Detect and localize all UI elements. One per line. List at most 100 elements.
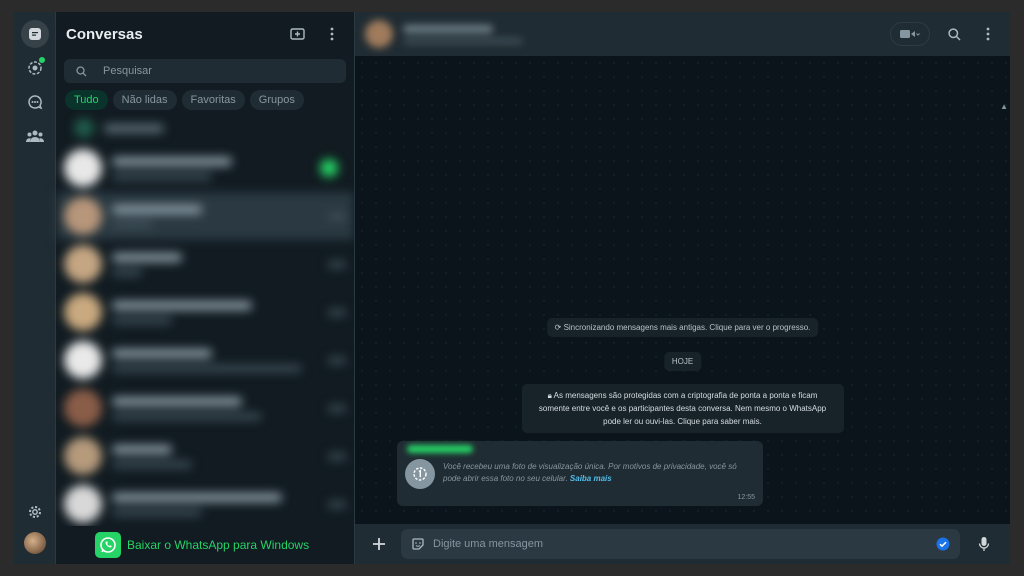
list-item[interactable] bbox=[56, 112, 354, 144]
list-item[interactable] bbox=[56, 480, 354, 526]
whatsapp-window: Conversas Tudo Não lidas Favoritas Grupo… bbox=[14, 12, 1010, 564]
chat-body bbox=[112, 204, 320, 228]
search-messages-button[interactable] bbox=[942, 22, 966, 46]
voice-message-button[interactable] bbox=[970, 536, 998, 552]
chat-time bbox=[328, 404, 346, 412]
chat-body bbox=[112, 156, 320, 180]
list-item[interactable] bbox=[56, 432, 354, 480]
date-divider: HOJE bbox=[663, 352, 702, 371]
chat-avatar bbox=[64, 245, 102, 283]
list-item[interactable] bbox=[56, 192, 354, 240]
contact-name-blurred[interactable] bbox=[403, 24, 890, 44]
view-once-message: Você recebeu uma foto de visualização ún… bbox=[405, 459, 755, 489]
learn-more-link[interactable]: Saiba mais bbox=[570, 474, 612, 483]
search-bar bbox=[64, 59, 346, 83]
list-item[interactable] bbox=[56, 240, 354, 288]
search-icon bbox=[76, 65, 87, 76]
chats-icon bbox=[28, 28, 41, 40]
video-camera-icon bbox=[900, 30, 920, 38]
message-area[interactable]: ▲ ⟳ Sincronizando mensagens mais antigas… bbox=[355, 56, 1010, 524]
status-nav-button[interactable] bbox=[21, 54, 49, 82]
sync-notice[interactable]: ⟳ Sincronizando mensagens mais antigas. … bbox=[546, 318, 819, 337]
channels-nav-button[interactable] bbox=[21, 88, 49, 116]
chat-body bbox=[104, 123, 346, 133]
filter-chip-all[interactable]: Tudo bbox=[65, 90, 108, 110]
list-item[interactable] bbox=[56, 384, 354, 432]
check-badge-icon[interactable] bbox=[936, 537, 950, 551]
chat-body bbox=[112, 396, 320, 420]
kebab-menu-icon bbox=[330, 27, 334, 41]
contact-avatar[interactable] bbox=[365, 20, 393, 48]
chat-time bbox=[328, 500, 346, 508]
download-banner-label: Baixar o WhatsApp para Windows bbox=[127, 538, 310, 552]
settings-nav-button[interactable] bbox=[21, 498, 49, 526]
status-unread-dot bbox=[38, 57, 45, 63]
encryption-notice[interactable]: 🔒︎ As mensagens são protegidas com a cri… bbox=[521, 384, 844, 433]
filter-chip-favorites[interactable]: Favoritas bbox=[181, 90, 245, 110]
communities-icon bbox=[25, 130, 44, 142]
search-input[interactable] bbox=[103, 65, 303, 77]
sync-notice-text: Sincronizando mensagens mais antigas. Cl… bbox=[563, 323, 811, 332]
lock-icon: 🔒︎ bbox=[547, 391, 552, 400]
chat-avatar bbox=[64, 197, 102, 235]
new-chat-button[interactable] bbox=[286, 22, 310, 46]
chats-nav-button[interactable] bbox=[20, 20, 49, 48]
gear-icon bbox=[28, 506, 41, 518]
filter-chip-groups[interactable]: Grupos bbox=[249, 90, 304, 110]
video-call-button[interactable] bbox=[890, 22, 930, 46]
list-item[interactable] bbox=[56, 336, 354, 384]
message-bubble[interactable]: Você recebeu uma foto de visualização ún… bbox=[397, 441, 763, 506]
message-time: 12:55 bbox=[737, 494, 755, 501]
chat-time bbox=[328, 356, 346, 364]
chat-list-panel: Conversas Tudo Não lidas Favoritas Grupo… bbox=[56, 12, 355, 564]
scroll-up-icon[interactable]: ▲ bbox=[1000, 102, 1008, 111]
microphone-icon bbox=[978, 537, 990, 551]
conversation-panel: ▲ ⟳ Sincronizando mensagens mais antigas… bbox=[355, 12, 1010, 564]
conversation-menu-button[interactable] bbox=[976, 22, 1000, 46]
chat-body bbox=[112, 252, 320, 276]
message-input[interactable] bbox=[433, 538, 936, 550]
chat-avatar bbox=[64, 341, 102, 379]
whatsapp-logo-icon bbox=[95, 532, 121, 558]
search-icon bbox=[947, 27, 961, 41]
chat-list-menu-button[interactable] bbox=[320, 22, 344, 46]
chat-avatar bbox=[64, 293, 102, 331]
sticker-icon[interactable] bbox=[411, 537, 425, 551]
chat-avatar bbox=[64, 485, 102, 523]
kebab-menu-icon bbox=[986, 27, 990, 41]
profile-avatar[interactable] bbox=[23, 532, 46, 554]
unread-badge bbox=[320, 159, 338, 177]
chat-body bbox=[112, 348, 320, 372]
nav-rail bbox=[14, 12, 56, 564]
conversation-header[interactable] bbox=[355, 12, 1010, 56]
chat-avatar bbox=[64, 149, 102, 187]
filter-chips: Tudo Não lidas Favoritas Grupos bbox=[56, 83, 354, 110]
filter-chip-unread[interactable]: Não lidas bbox=[112, 90, 177, 110]
attach-button[interactable] bbox=[367, 537, 391, 551]
chat-time bbox=[328, 308, 346, 316]
chat-avatar bbox=[64, 437, 102, 475]
view-once-icon[interactable] bbox=[405, 459, 435, 489]
chat-body bbox=[112, 300, 320, 324]
plus-icon bbox=[373, 538, 385, 550]
chat-avatar bbox=[64, 389, 102, 427]
list-item[interactable] bbox=[56, 144, 354, 192]
chat-list-title: Conversas bbox=[66, 25, 143, 43]
channels-icon bbox=[27, 95, 42, 110]
chat-time bbox=[328, 452, 346, 460]
download-windows-banner[interactable]: Baixar o WhatsApp para Windows bbox=[56, 526, 354, 564]
chat-avatar bbox=[74, 118, 94, 138]
chat-list-blurred bbox=[56, 112, 354, 526]
view-once-text: Você recebeu uma foto de visualização ún… bbox=[443, 459, 755, 485]
sync-icon: ⟳ bbox=[554, 323, 562, 332]
communities-nav-button[interactable] bbox=[21, 122, 49, 150]
message-input-box bbox=[401, 529, 960, 559]
list-item[interactable] bbox=[56, 288, 354, 336]
chat-body bbox=[112, 492, 320, 516]
chat-list-header: Conversas bbox=[56, 12, 354, 56]
sender-name-blurred bbox=[407, 445, 473, 453]
chat-body bbox=[112, 444, 320, 468]
chat-time bbox=[328, 212, 346, 220]
chat-time bbox=[328, 260, 346, 268]
encryption-notice-text: As mensagens são protegidas com a cripto… bbox=[538, 391, 827, 426]
